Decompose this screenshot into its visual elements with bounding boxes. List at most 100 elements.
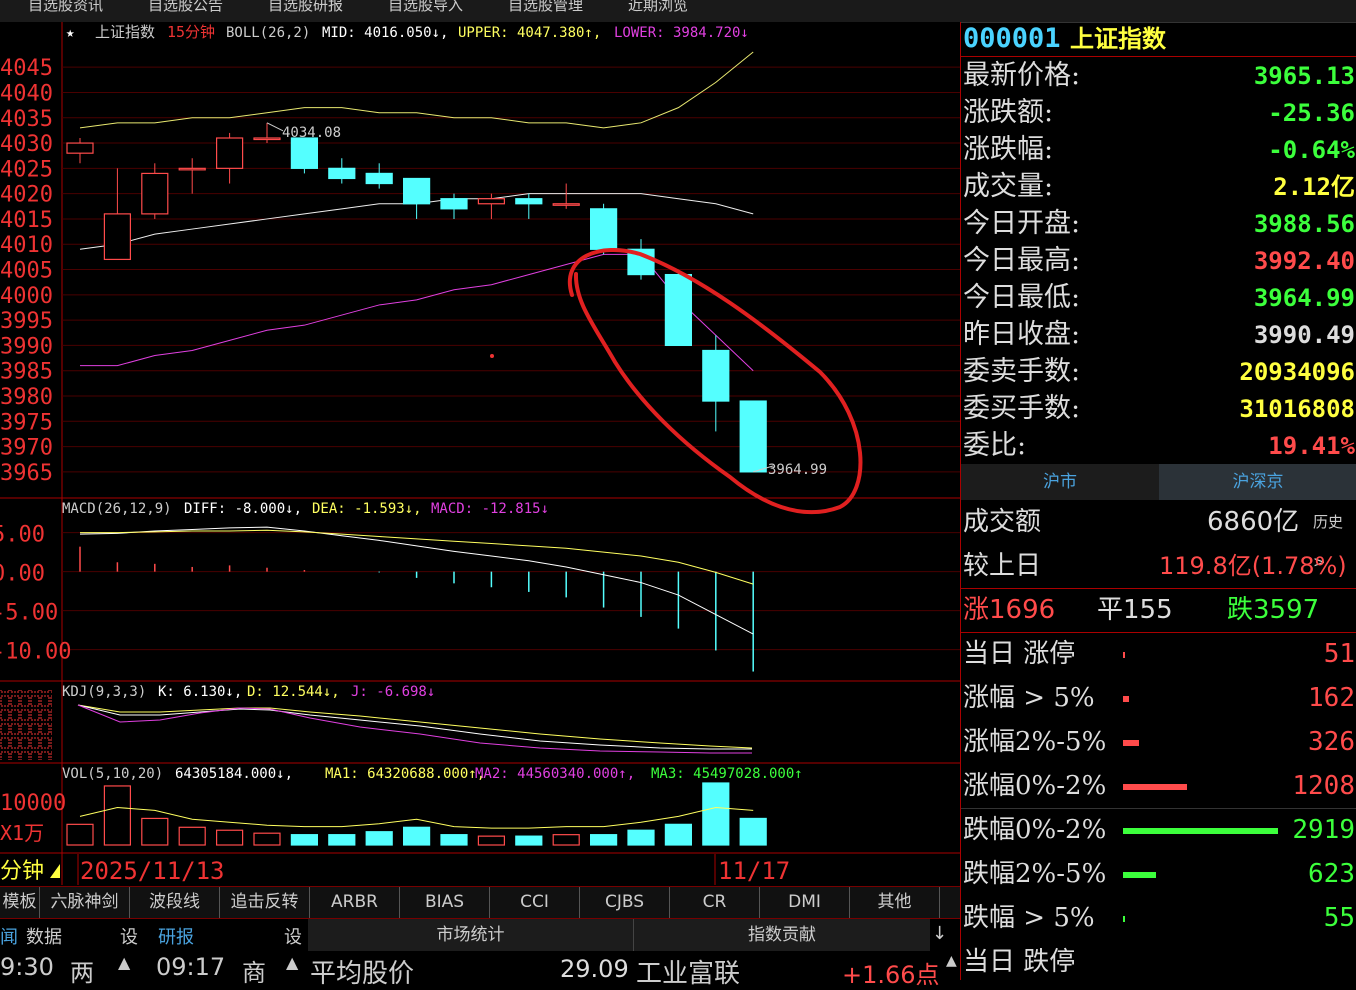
menu-item-recent[interactable]: 近期浏览 [628, 0, 688, 15]
distribution-label: 跌幅 > 5% [963, 903, 1095, 933]
boll-indicator-name[interactable]: BOLL(26,2) [226, 25, 310, 41]
vol-ma1-value: MA1: 64320688.000↑, [325, 766, 485, 782]
distribution-count: 55 [1323, 903, 1355, 933]
collapse-arrow-icon[interactable]: ↓ [932, 923, 947, 944]
volume-bar [552, 834, 580, 846]
distribution-row[interactable]: 跌幅2%-5% 623 [963, 854, 1355, 894]
distribution-bar [1123, 696, 1130, 702]
indicator-tab-zhuiji[interactable]: 追击反转 [220, 887, 310, 918]
quote-row-label: 今日最高: [963, 245, 1081, 276]
boll-mid-value: MID: 4016.050↓, [322, 25, 448, 41]
quote-row-value: 3964.99 [1253, 284, 1355, 312]
kdj-axis-placeholder [0, 690, 52, 760]
compare-row: 较上日 119.8亿(1.78%) [963, 546, 1355, 586]
indicator-tab-arbr[interactable]: ARBR [310, 887, 400, 918]
quote-row: 今日最高: 3992.40 [963, 243, 1355, 279]
indicator-tab-other[interactable]: 其他 [850, 887, 940, 918]
menu-item-watchlist-announcements[interactable]: 自选股公告 [148, 0, 223, 15]
distribution-label: 涨幅 > 5% [963, 683, 1095, 713]
menu-item-watchlist-import[interactable]: 自选股导入 [388, 0, 463, 15]
turnover-value: 6860亿 [1207, 507, 1300, 537]
distribution-label: 跌幅0%-2% [963, 815, 1107, 845]
indicator-tab-template[interactable]: 模板 [0, 887, 40, 918]
indicator-tab-cjbs[interactable]: CJBS [580, 887, 670, 918]
bottom-tab-settings[interactable]: 设 [120, 923, 138, 949]
distribution-row[interactable]: 当日 跌停 [963, 942, 1355, 982]
distribution-row[interactable]: 涨幅0%-2% 1208 [963, 766, 1355, 806]
distribution-count: 162 [1308, 683, 1355, 713]
period-label[interactable]: 分钟 [0, 859, 44, 884]
distribution-count: 623 [1308, 859, 1355, 889]
indicator-tab-cr[interactable]: CR [670, 887, 760, 918]
quote-row-value: 20934096 [1239, 358, 1355, 386]
distribution-row[interactable]: 跌幅0%-2% 2919 [963, 810, 1355, 850]
breadth-flat: 平155 [1097, 595, 1173, 625]
menu-item-watchlist-news[interactable]: 自选股资讯 [28, 0, 103, 15]
quote-header: 000001 上证指数 [963, 22, 1166, 56]
market-stats-header[interactable]: 市场统计 [308, 919, 634, 951]
kline-chart[interactable]: 4045404040354030402540204015401040054000… [0, 22, 960, 885]
boll-lower-value: LOWER: 3984.720↓ [614, 25, 749, 41]
distribution-count: 2919 [1292, 815, 1355, 845]
quote-row: 成交量: 2.12亿 [963, 169, 1355, 205]
scroll-up-icon-3[interactable]: ▲ [946, 953, 957, 969]
volume-bar [66, 823, 94, 846]
indicator-tab-boduan[interactable]: 波段线 [130, 887, 220, 918]
quote-row-label: 涨跌幅: [963, 134, 1054, 165]
bottom-tab-settings-2[interactable]: 设 [284, 923, 302, 949]
volume-bar [739, 817, 767, 846]
macd-indicator-name[interactable]: MACD(26,12,9) [62, 501, 172, 517]
vol-value: 64305184.000↓, [175, 766, 293, 782]
distribution-label: 跌幅2%-5% [963, 859, 1107, 889]
scroll-up-icon-2[interactable]: ▲ [286, 953, 298, 972]
indicator-tab-dmi[interactable]: DMI [760, 887, 850, 918]
menu-item-watchlist-research[interactable]: 自选股研报 [268, 0, 343, 15]
tab-sh-sz-bj[interactable]: 沪深京 [1159, 464, 1356, 500]
news-text-1[interactable]: 两 [70, 953, 94, 988]
turnover-row: 成交额 6860亿 历史> [963, 502, 1355, 571]
distribution-row[interactable]: 涨幅 > 5% 162 [963, 678, 1355, 718]
menu-item-watchlist-manage[interactable]: 自选股管理 [508, 0, 583, 15]
volume-bar [627, 829, 655, 846]
bottom-tab-data[interactable]: 数据 [26, 923, 62, 949]
distribution-row[interactable]: 跌幅 > 5% 55 [963, 898, 1355, 938]
vol-axis-label: 10000 [0, 791, 66, 816]
chart-title-period[interactable]: 15分钟 [167, 23, 215, 41]
favorite-star-icon[interactable]: ★ [66, 25, 75, 41]
quote-row-label: 委比: [963, 430, 1027, 461]
bottom-tab-news[interactable]: 闻 [0, 923, 18, 949]
quote-row-label: 委买手数: [963, 393, 1081, 424]
indicator-tab-cci[interactable]: CCI [490, 887, 580, 918]
indicator-tab-liumai[interactable]: 六脉神剑 [40, 887, 130, 918]
news-text-2[interactable]: 商 [242, 953, 266, 988]
macd-macd-value: MACD: -12.815↓ [431, 501, 549, 517]
price-axis-label: 3965 [0, 461, 53, 486]
compare-value: 119.8亿(1.78%) [1159, 552, 1347, 580]
kdj-indicator-name[interactable]: KDJ(9,3,3) [62, 684, 146, 700]
avg-price-value: 29.09 [560, 955, 629, 983]
distribution-row[interactable]: 涨幅2%-5% 326 [963, 722, 1355, 762]
candle [664, 269, 693, 347]
tab-sh-market[interactable]: 沪市 [961, 464, 1159, 500]
cursor-dot [490, 354, 494, 358]
distribution-row[interactable]: 当日 涨停 51 [963, 634, 1355, 674]
indicator-tab-bias[interactable]: BIAS [400, 887, 490, 918]
index-contrib-header[interactable]: 指数贡献 [634, 919, 930, 951]
kdj-k-value: K: 6.130↓, [158, 684, 242, 700]
quote-row: 委卖手数: 20934096 [963, 354, 1355, 390]
bottom-tab-research[interactable]: 研报 [158, 923, 194, 949]
boll-upper-value: UPPER: 4047.380↑, [458, 25, 601, 41]
quote-row: 昨日收盘: 3990.49 [963, 317, 1355, 353]
kdj-d-value: D: 12.544↓, [247, 684, 340, 700]
vol-indicator-name[interactable]: VOL(5,10,20) [62, 766, 163, 782]
volume-bar [253, 832, 281, 846]
quote-row-label: 今日最低: [963, 282, 1081, 313]
date-start-label: 2025/11/13 [80, 857, 225, 885]
scroll-up-icon[interactable]: ▲ [118, 953, 130, 972]
price-axis-label: 3990 [0, 334, 53, 359]
quote-row-label: 成交量: [963, 171, 1054, 202]
contrib-stock-name[interactable]: 工业富联 [636, 953, 740, 990]
macd-axis-label: 5.00 [0, 523, 45, 548]
volume-bar [440, 834, 468, 846]
volume-bar [178, 826, 206, 846]
